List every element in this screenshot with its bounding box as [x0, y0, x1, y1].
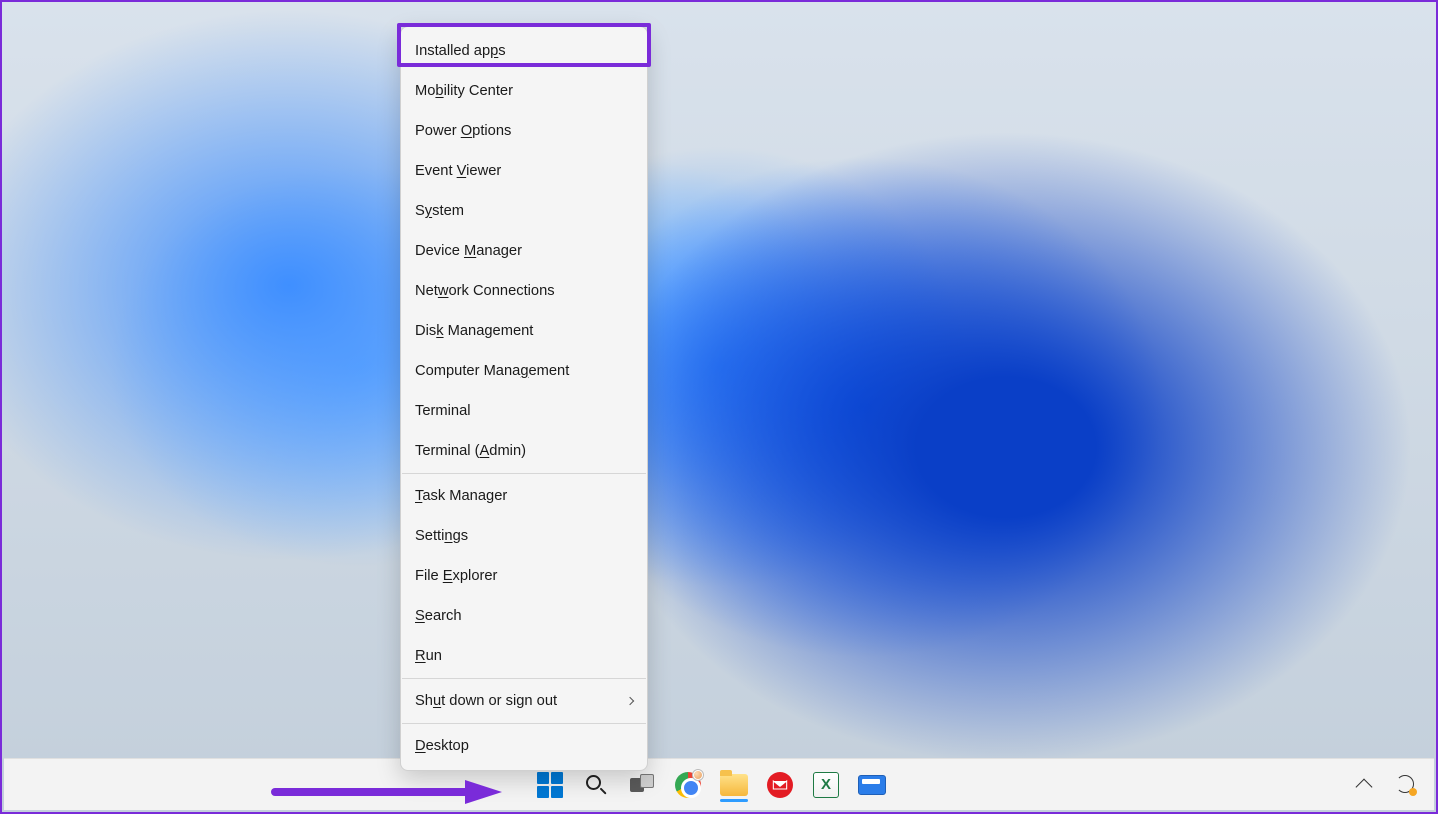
- menu-item-computer-management[interactable]: Computer Management: [401, 351, 647, 391]
- menu-item-label: Disk Management: [415, 323, 533, 339]
- menu-item-terminal[interactable]: Terminal: [401, 391, 647, 431]
- menu-item-system[interactable]: System: [401, 191, 647, 231]
- taskbar-app-file-explorer[interactable]: [720, 771, 748, 799]
- update-restart-icon: [1396, 775, 1416, 795]
- menu-item-task-manager[interactable]: Task Manager: [401, 476, 647, 516]
- menu-item-label: Search: [415, 608, 462, 624]
- menu-item-search[interactable]: Search: [401, 596, 647, 636]
- menu-separator: [402, 678, 646, 679]
- mail-app-icon: [767, 772, 793, 798]
- task-view-icon: [630, 774, 654, 796]
- menu-item-installed-apps[interactable]: Installed apps: [401, 31, 647, 71]
- taskbar-app-excel[interactable]: X: [812, 771, 840, 799]
- taskbar-system-tray: [1350, 771, 1420, 799]
- menu-item-label: Desktop: [415, 738, 469, 754]
- running-indicator: [720, 799, 748, 802]
- menu-item-label: Device Manager: [415, 243, 522, 259]
- menu-item-label: Terminal (Admin): [415, 443, 526, 459]
- menu-item-mobility-center[interactable]: Mobility Center: [401, 71, 647, 111]
- tray-overflow-button[interactable]: [1350, 771, 1378, 799]
- menu-item-file-explorer[interactable]: File Explorer: [401, 556, 647, 596]
- profile-badge-icon: [692, 769, 704, 781]
- menu-item-label: Settings: [415, 528, 468, 544]
- task-view-button[interactable]: [628, 771, 656, 799]
- menu-item-label: Event Viewer: [415, 163, 501, 179]
- excel-icon: X: [813, 772, 839, 798]
- menu-item-label: Power Options: [415, 123, 511, 139]
- menu-item-desktop[interactable]: Desktop: [401, 726, 647, 766]
- taskbar-app-mail[interactable]: [766, 771, 794, 799]
- menu-item-label: System: [415, 203, 464, 219]
- menu-item-label: Shut down or sign out: [415, 693, 557, 709]
- folder-icon: [720, 774, 748, 796]
- taskbar: X: [4, 758, 1434, 810]
- run-dialog-icon: [858, 775, 886, 795]
- menu-item-network-connections[interactable]: Network Connections: [401, 271, 647, 311]
- menu-item-label: Computer Management: [415, 363, 569, 379]
- menu-item-label: Run: [415, 648, 442, 664]
- tray-windows-update-button[interactable]: [1392, 771, 1420, 799]
- start-button[interactable]: [536, 771, 564, 799]
- menu-item-label: File Explorer: [415, 568, 497, 584]
- search-icon: [585, 774, 607, 796]
- chevron-up-icon: [1356, 778, 1373, 795]
- taskbar-app-run[interactable]: [858, 771, 886, 799]
- menu-item-shutdown-signout[interactable]: Shut down or sign out: [401, 681, 647, 721]
- menu-item-label: Terminal: [415, 403, 471, 419]
- menu-item-event-viewer[interactable]: Event Viewer: [401, 151, 647, 191]
- menu-item-disk-management[interactable]: Disk Management: [401, 311, 647, 351]
- menu-separator: [402, 723, 646, 724]
- menu-item-power-options[interactable]: Power Options: [401, 111, 647, 151]
- winx-context-menu: Installed apps Mobility Center Power Opt…: [400, 26, 648, 771]
- search-button[interactable]: [582, 771, 610, 799]
- menu-separator: [402, 473, 646, 474]
- menu-item-settings[interactable]: Settings: [401, 516, 647, 556]
- desktop-wallpaper: [2, 2, 1436, 812]
- menu-item-terminal-admin[interactable]: Terminal (Admin): [401, 431, 647, 471]
- menu-item-label: Network Connections: [415, 283, 555, 299]
- menu-item-label: Task Manager: [415, 488, 507, 504]
- menu-item-label: Mobility Center: [415, 83, 513, 99]
- windows-logo-icon: [537, 772, 563, 798]
- taskbar-center-group: X: [536, 771, 886, 799]
- menu-item-label: Installed apps: [415, 43, 506, 59]
- menu-item-device-manager[interactable]: Device Manager: [401, 231, 647, 271]
- taskbar-app-chrome[interactable]: [674, 771, 702, 799]
- chevron-right-icon: [626, 697, 634, 705]
- menu-item-run[interactable]: Run: [401, 636, 647, 676]
